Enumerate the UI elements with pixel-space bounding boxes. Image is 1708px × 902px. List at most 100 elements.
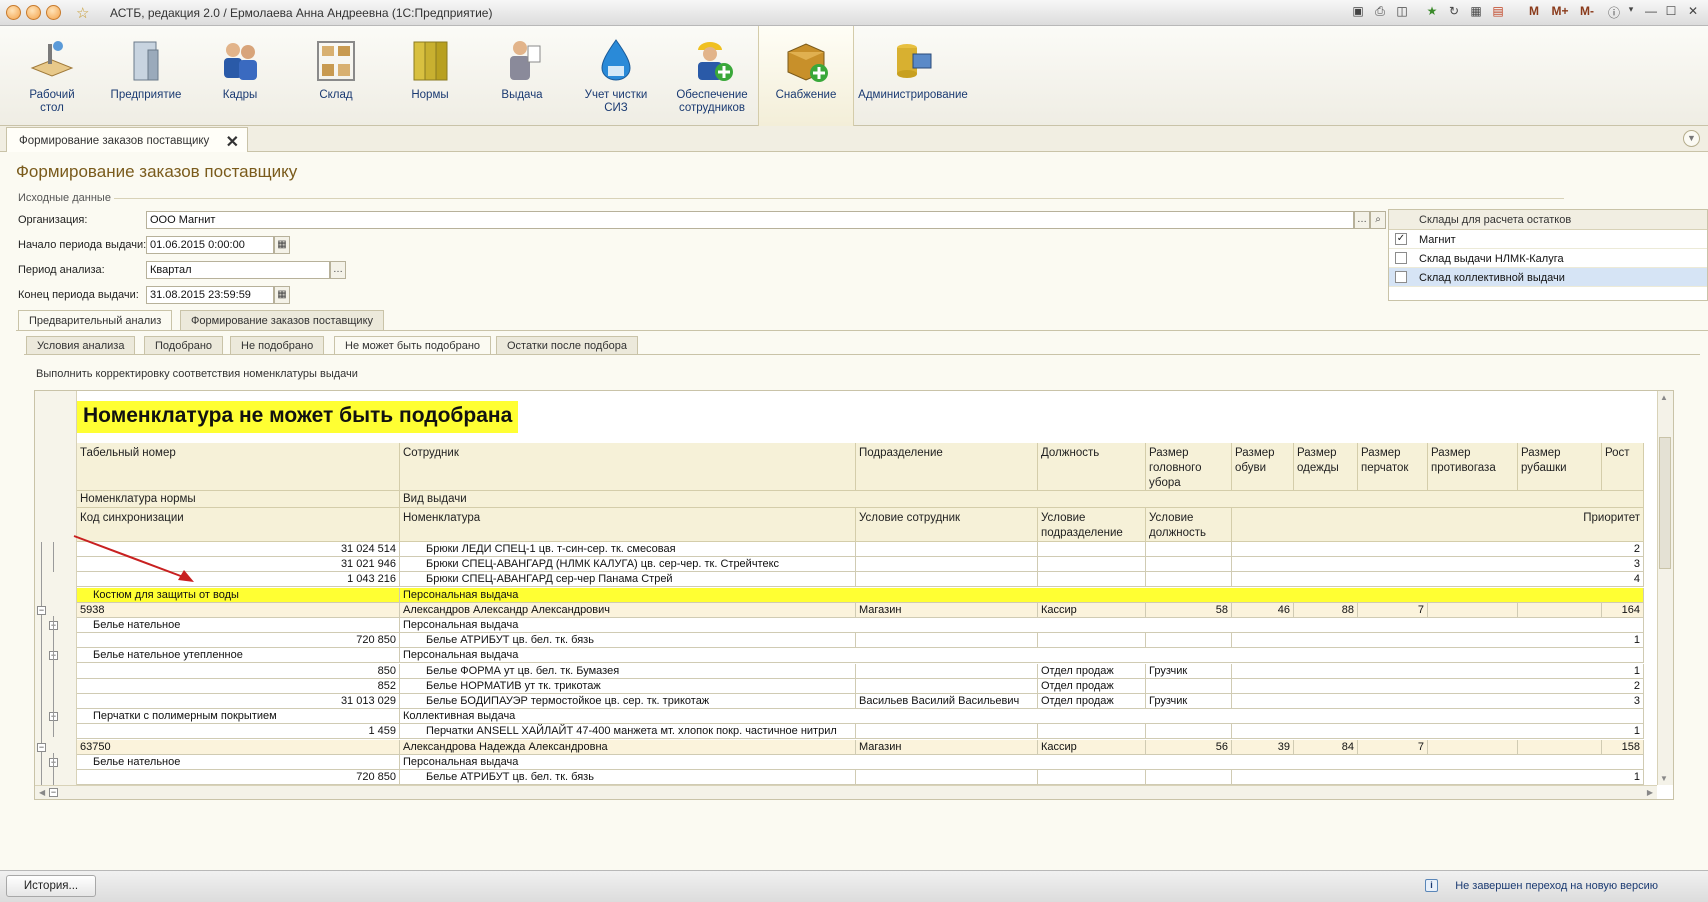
table-cell[interactable]: 3 (1232, 557, 1644, 572)
table-cell[interactable] (1146, 557, 1232, 572)
close-button[interactable]: ✕ (1684, 4, 1702, 22)
collapse-group-icon[interactable]: − (49, 788, 58, 797)
org-field[interactable]: ООО Магнит (146, 211, 1354, 229)
section-norms[interactable]: Нормы (400, 26, 460, 126)
table-cell[interactable] (1428, 740, 1518, 755)
table-cell[interactable]: 1 459 (77, 724, 400, 739)
memory-add-button[interactable]: M+ (1548, 4, 1572, 22)
save-icon[interactable]: ▣ (1350, 4, 1366, 22)
end-date-field[interactable]: 31.08.2015 23:59:59 (146, 286, 274, 304)
table-cell[interactable]: Перчатки с полимерным покрытием (77, 709, 400, 724)
section-administration[interactable]: Администрирование (858, 26, 968, 126)
collapse-group-icon[interactable]: − (37, 606, 46, 615)
table-cell[interactable]: 58 (1146, 603, 1232, 618)
collapse-group-icon[interactable]: − (37, 743, 46, 752)
tab-matched[interactable]: Подобрано (144, 336, 224, 354)
table-cell[interactable] (1518, 603, 1602, 618)
table-cell[interactable]: Перчатки ANSELL ХАЙЛАЙТ 47-400 манжета м… (400, 724, 856, 739)
table-cell[interactable]: 88 (1294, 603, 1358, 618)
table-cell[interactable]: 84 (1294, 740, 1358, 755)
calculator-icon[interactable]: ▦ (1468, 4, 1484, 22)
table-cell[interactable]: 31 013 029 (77, 694, 400, 709)
report-sheet[interactable]: Номенклатура не может быть подобрана Таб… (34, 390, 1674, 800)
table-cell[interactable]: Отдел продаж (1038, 694, 1146, 709)
table-cell[interactable]: Александров Александр Александрович (400, 603, 856, 618)
table-cell[interactable]: 720 850 (77, 770, 400, 785)
horizontal-scrollbar[interactable]: ◀ ▶ (35, 785, 1657, 799)
warehouse-item[interactable]: Склад коллективной выдачи (1389, 268, 1707, 287)
table-cell[interactable]: Белье БОДИПАУЭР термостойкое цв. сер. тк… (400, 694, 856, 709)
table-cell[interactable]: Брюки ЛЕДИ СПЕЦ-1 цв. т-син-сер. тк. сме… (400, 542, 856, 557)
table-cell[interactable]: Белье нательное (77, 755, 400, 770)
close-tab-icon[interactable]: ✕ (226, 132, 239, 152)
tab-orders[interactable]: Формирование заказов поставщику (180, 310, 384, 330)
chevron-down-icon[interactable]: ▾ (1626, 4, 1636, 22)
section-enterprise[interactable]: Предприятие (108, 26, 184, 126)
table-cell[interactable]: Магазин (856, 740, 1038, 755)
minimize-button[interactable]: — (1642, 4, 1660, 22)
org-select-button[interactable]: … (1354, 211, 1370, 229)
vertical-scrollbar[interactable]: ▲ ▼ (1657, 391, 1673, 785)
print-icon[interactable]: ⎙ (1372, 4, 1388, 22)
maximize-button[interactable]: ☐ (1662, 4, 1680, 22)
table-cell[interactable]: Белье НОРМАТИВ ут тк. трикотаж (400, 679, 856, 694)
warehouse-item[interactable]: Склад выдачи НЛМК-Калуга (1389, 249, 1707, 268)
table-cell[interactable]: Коллективная выдача (400, 709, 1644, 724)
table-cell[interactable]: Брюки СПЕЦ-АВАНГАРД (НЛМК КАЛУГА) цв. се… (400, 557, 856, 572)
table-cell[interactable] (1038, 557, 1146, 572)
app-logo-icon[interactable] (6, 5, 21, 20)
table-cell[interactable]: 46 (1232, 603, 1294, 618)
table-cell[interactable]: Белье нательное (77, 618, 400, 633)
section-cleaning[interactable]: Учет чистки СИЗ (578, 26, 654, 126)
table-cell[interactable]: 63750 (77, 740, 400, 755)
table-cell[interactable] (1146, 679, 1232, 694)
table-cell[interactable] (1428, 603, 1518, 618)
table-cell[interactable]: 4 (1232, 572, 1644, 587)
table-cell[interactable] (856, 679, 1038, 694)
table-cell[interactable]: 7 (1358, 603, 1428, 618)
section-supply-employees[interactable]: Обеспечение сотрудников (670, 26, 754, 126)
table-cell[interactable] (856, 770, 1038, 785)
calendar-icon[interactable]: ▤ (1490, 4, 1506, 22)
table-cell[interactable]: 1 (1232, 633, 1644, 648)
tab-remainders[interactable]: Остатки после подбора (496, 336, 638, 354)
table-cell[interactable] (1038, 633, 1146, 648)
table-cell[interactable]: Кассир (1038, 740, 1146, 755)
table-cell[interactable]: 850 (77, 664, 400, 679)
table-cell[interactable] (1038, 724, 1146, 739)
table-cell[interactable] (1038, 770, 1146, 785)
table-cell[interactable]: 7 (1358, 740, 1428, 755)
table-cell[interactable]: 3 (1232, 694, 1644, 709)
period-select-button[interactable]: … (330, 261, 346, 279)
section-warehouse[interactable]: Склад (306, 26, 366, 126)
add-favorite-icon[interactable]: ★ (1424, 4, 1440, 22)
table-cell[interactable]: Васильев Василий Васильевич (856, 694, 1038, 709)
table-cell[interactable]: Белье нательное утепленное (77, 648, 400, 663)
warehouse-item[interactable]: ✓ Магнит (1389, 230, 1707, 249)
table-cell[interactable] (856, 557, 1038, 572)
table-cell[interactable] (1038, 542, 1146, 557)
table-cell[interactable]: 720 850 (77, 633, 400, 648)
table-cell[interactable] (1146, 572, 1232, 587)
memory-button[interactable]: M (1524, 4, 1544, 22)
table-cell[interactable]: 1 (1232, 664, 1644, 679)
checkbox-checked[interactable]: ✓ (1395, 233, 1407, 245)
table-cell[interactable]: 39 (1232, 740, 1294, 755)
table-cell[interactable]: 56 (1146, 740, 1232, 755)
table-cell[interactable]: Отдел продаж (1038, 664, 1146, 679)
main-menu-icon[interactable] (26, 5, 41, 20)
table-cell[interactable]: 5938 (77, 603, 400, 618)
section-desktop[interactable]: Рабочий стол (22, 26, 82, 126)
table-cell[interactable] (1146, 542, 1232, 557)
table-cell[interactable] (1038, 572, 1146, 587)
table-cell[interactable]: Костюм для защиты от воды (77, 588, 400, 603)
table-cell[interactable] (856, 664, 1038, 679)
table-cell[interactable]: Александрова Надежда Александровна (400, 740, 856, 755)
table-cell[interactable] (1518, 740, 1602, 755)
table-cell[interactable] (856, 633, 1038, 648)
table-cell[interactable]: 164 (1602, 603, 1644, 618)
table-cell[interactable] (856, 542, 1038, 557)
period-field[interactable]: Квартал (146, 261, 330, 279)
calendar-icon[interactable]: ▦ (274, 286, 290, 304)
table-cell[interactable]: Грузчик (1146, 694, 1232, 709)
